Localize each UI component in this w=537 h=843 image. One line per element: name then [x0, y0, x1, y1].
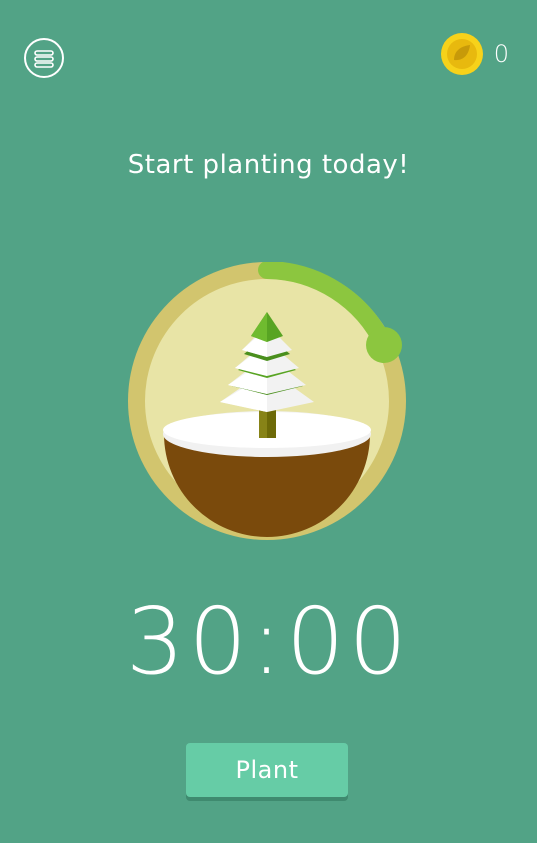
page-title: Start planting today!: [127, 150, 410, 180]
plant-button[interactable]: Plant: [186, 743, 348, 797]
tree-progress-dial: [128, 261, 406, 540]
tree-dial[interactable]: [128, 261, 406, 540]
coin-count: 0: [493, 40, 509, 68]
timer-display: 30:00: [125, 588, 412, 695]
progress-handle[interactable]: [366, 327, 402, 363]
menu-button[interactable]: [24, 38, 64, 78]
coin-balance[interactable]: 0: [440, 32, 509, 76]
coin-leaf-icon: [440, 33, 483, 75]
menu-list-icon: [34, 50, 54, 68]
